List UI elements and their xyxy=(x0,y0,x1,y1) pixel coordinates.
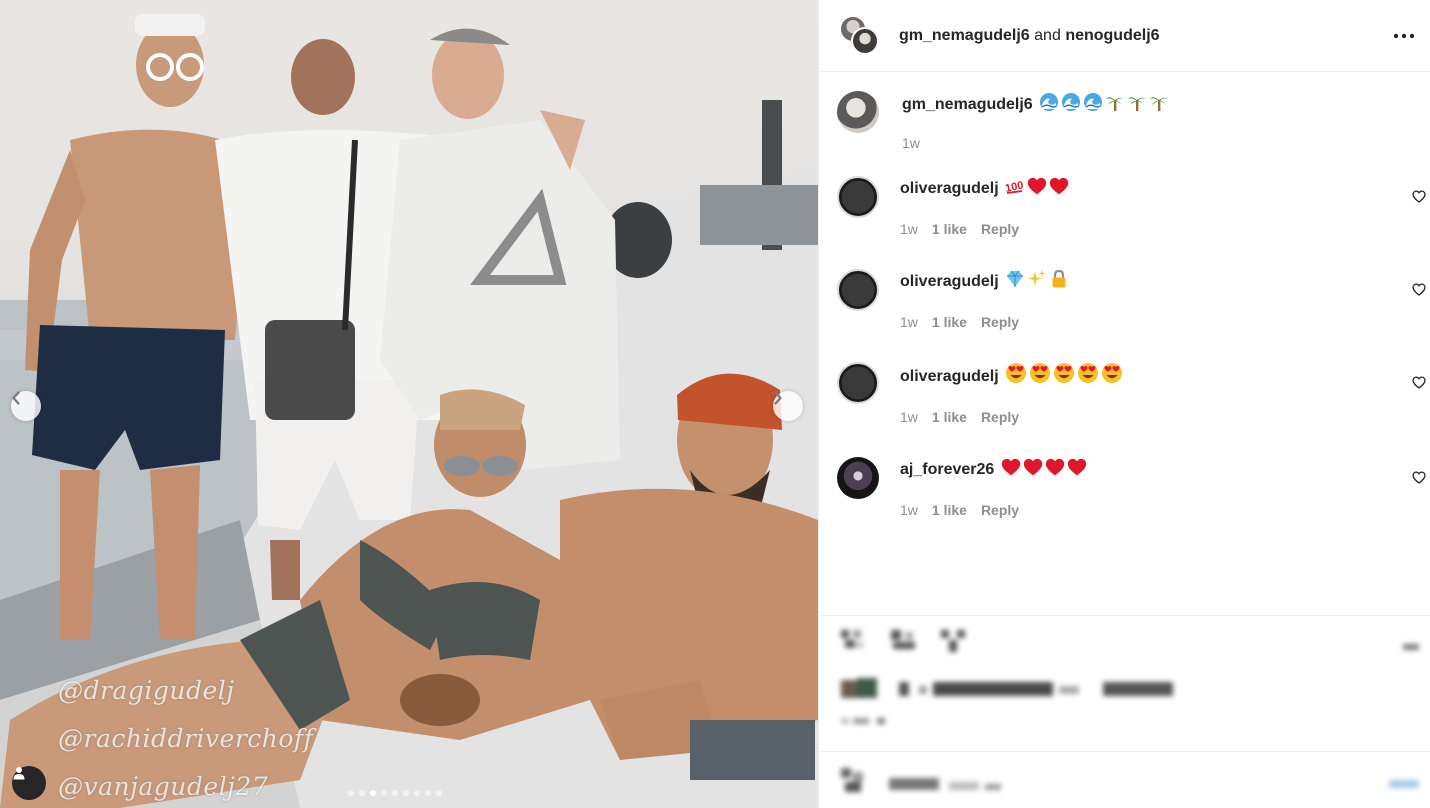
comment-like-count[interactable]: 1 like xyxy=(932,221,967,237)
wave-emoji-icon xyxy=(1039,92,1059,119)
comment-time[interactable]: 1w xyxy=(900,409,918,425)
heart-eyes-emoji-icon xyxy=(1077,362,1099,391)
comment-like-button[interactable] xyxy=(1412,283,1426,301)
reply-button[interactable]: Reply xyxy=(981,221,1019,237)
avatar[interactable] xyxy=(837,91,879,133)
comment-like-button[interactable] xyxy=(1412,190,1426,208)
comment-like-button[interactable] xyxy=(1412,376,1426,394)
comment-emoji: 100 xyxy=(1003,177,1069,197)
obscured-actions-graphic xyxy=(841,630,1419,724)
comment-like-count[interactable]: 1 like xyxy=(932,502,967,518)
user-tag-icon xyxy=(13,767,25,780)
caption-comment: gm_nemagudelj6 1w xyxy=(837,91,1430,151)
comment-emoji xyxy=(1003,363,1123,385)
comment-like-count[interactable]: 1 like xyxy=(932,314,967,330)
comment-emoji xyxy=(999,458,1087,478)
avatar xyxy=(851,26,879,55)
avatar[interactable] xyxy=(837,457,879,499)
list-item: oliveragudelj 100 1w 1 like Reply xyxy=(837,176,1430,237)
avatar[interactable] xyxy=(837,176,879,218)
obscured-comment-input-graphic xyxy=(841,768,1419,792)
list-item: oliveragudelj 1w 1 like Reply xyxy=(837,269,1430,330)
lock-emoji-icon xyxy=(1049,269,1069,296)
comment-time[interactable]: 1w xyxy=(900,221,918,237)
collab-avatars[interactable] xyxy=(839,14,881,57)
post-sidebar: gm_nemagudelj6 and nenogudelj6 gm_nemagu… xyxy=(818,0,1430,808)
comment-time[interactable]: 1w xyxy=(900,502,918,518)
carousel-dot xyxy=(403,790,409,796)
photo-watermark-1: @dragigudelj xyxy=(58,676,235,705)
carousel-dot xyxy=(414,790,420,796)
carousel-next-button[interactable] xyxy=(773,391,803,421)
comment-time[interactable]: 1w xyxy=(902,135,920,151)
heart-emoji-icon xyxy=(1027,176,1047,203)
comment-time[interactable]: 1w xyxy=(900,314,918,330)
photo-watermark-3: @vanjagudelj27 xyxy=(58,772,269,801)
list-item: aj_forever26 1w 1 like Reply xyxy=(837,457,1430,518)
wave-emoji-icon xyxy=(1083,92,1103,119)
photo-watermark-2: @rachiddriverchoff xyxy=(58,724,314,753)
carousel-dot xyxy=(436,790,442,796)
reply-button[interactable]: Reply xyxy=(981,502,1019,518)
carousel-dot xyxy=(370,790,376,796)
heart-emoji-icon xyxy=(1001,457,1021,484)
post-actions-obscured xyxy=(819,615,1430,755)
post-photo[interactable]: @dragigudelj @rachiddriverchoff @vanjagu… xyxy=(0,0,818,808)
comment-like-count[interactable]: 1 like xyxy=(932,409,967,425)
gem-emoji-icon xyxy=(1005,269,1025,296)
hundred-emoji-icon: 100 xyxy=(1004,176,1025,203)
carousel-dot xyxy=(425,790,431,796)
comment-username[interactable]: oliveragudelj xyxy=(900,368,999,385)
heart-outline-icon xyxy=(1412,283,1426,296)
wave-emoji-icon xyxy=(1061,92,1081,119)
post-authors: gm_nemagudelj6 and nenogudelj6 xyxy=(899,27,1160,45)
comment-like-button[interactable] xyxy=(1412,471,1426,489)
heart-outline-icon xyxy=(1412,471,1426,484)
sparkles-emoji-icon xyxy=(1027,269,1047,296)
more-options-button[interactable] xyxy=(1392,24,1416,48)
user-tags-button[interactable] xyxy=(12,766,46,800)
chevron-left-icon xyxy=(12,391,20,405)
palm-emoji-icon xyxy=(1127,92,1147,119)
comment-emoji xyxy=(1003,269,1069,290)
heart-emoji-icon xyxy=(1045,457,1065,484)
heart-emoji-icon xyxy=(1049,176,1069,203)
author-link-1[interactable]: gm_nemagudelj6 xyxy=(899,27,1030,44)
heart-eyes-emoji-icon xyxy=(1029,362,1051,391)
author-link-2[interactable]: nenogudelj6 xyxy=(1065,27,1159,44)
heart-eyes-emoji-icon xyxy=(1005,362,1027,391)
post-header: gm_nemagudelj6 and nenogudelj6 xyxy=(819,0,1430,72)
comment-username[interactable]: gm_nemagudelj6 xyxy=(902,96,1033,113)
carousel-dot xyxy=(348,790,354,796)
more-horizontal-icon xyxy=(1393,33,1415,39)
comment-username[interactable]: aj_forever26 xyxy=(900,461,994,478)
carousel-dot xyxy=(392,790,398,796)
list-item: oliveragudelj 1w 1 like Reply xyxy=(837,362,1430,425)
chevron-right-icon xyxy=(774,391,782,405)
heart-eyes-emoji-icon xyxy=(1053,362,1075,391)
reply-button[interactable]: Reply xyxy=(981,314,1019,330)
add-comment-obscured xyxy=(819,751,1430,808)
carousel-dot xyxy=(359,790,365,796)
caption-emoji xyxy=(1037,93,1169,113)
comment-username[interactable]: oliveragudelj xyxy=(900,273,999,290)
comments-list: gm_nemagudelj6 1w oliveragudelj 100 1w 1… xyxy=(819,91,1430,518)
heart-emoji-icon xyxy=(1023,457,1043,484)
authors-conjunction: and xyxy=(1034,26,1061,44)
avatar[interactable] xyxy=(837,269,879,311)
avatar[interactable] xyxy=(837,362,879,404)
palm-emoji-icon xyxy=(1149,92,1169,119)
heart-outline-icon xyxy=(1412,190,1426,203)
heart-outline-icon xyxy=(1412,376,1426,389)
carousel-indicator xyxy=(348,790,442,796)
carousel-prev-button[interactable] xyxy=(11,391,41,421)
heart-emoji-icon xyxy=(1067,457,1087,484)
palm-emoji-icon xyxy=(1105,92,1125,119)
reply-button[interactable]: Reply xyxy=(981,409,1019,425)
heart-eyes-emoji-icon xyxy=(1101,362,1123,391)
comment-username[interactable]: oliveragudelj xyxy=(900,180,999,197)
carousel-dot xyxy=(381,790,387,796)
